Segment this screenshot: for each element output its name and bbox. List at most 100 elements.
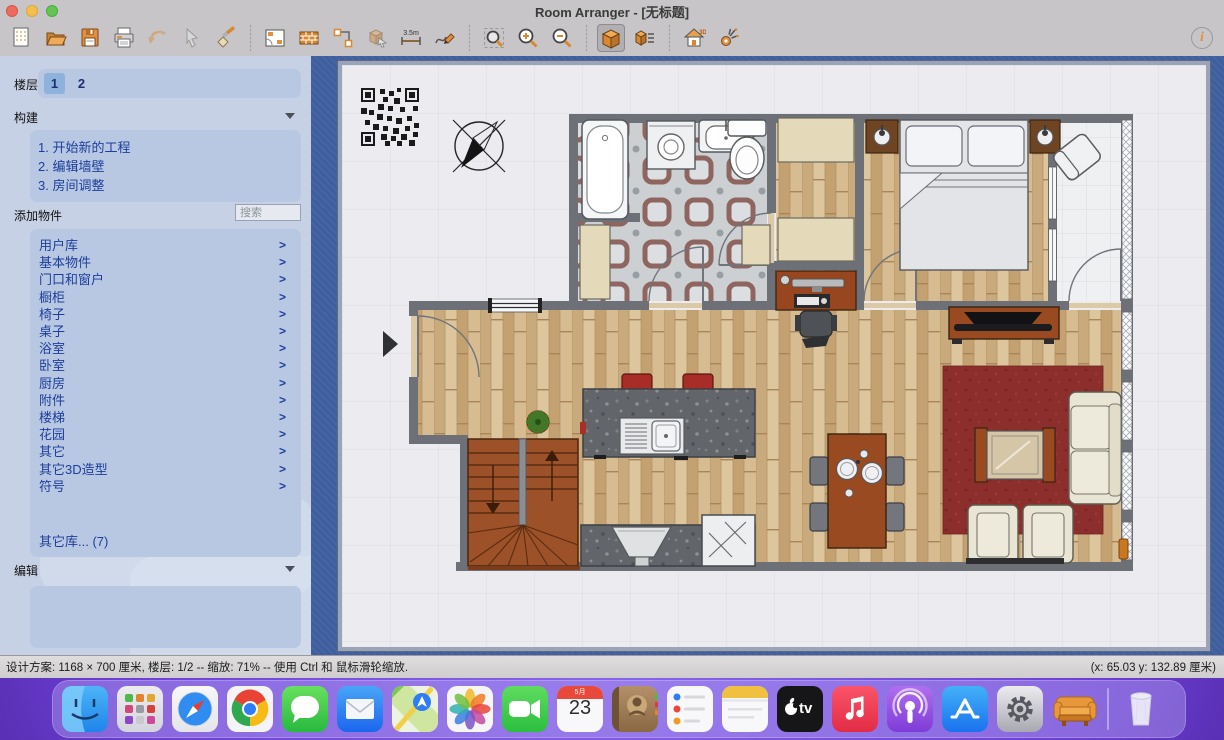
build-step-edit-walls[interactable]: 2. 编辑墙壁 [38, 157, 293, 176]
radiator-valve[interactable] [1119, 539, 1128, 559]
dock-podcasts[interactable] [887, 686, 933, 732]
category-garden[interactable]: 花园> [30, 426, 301, 443]
measure-icon: 3.5m [399, 26, 423, 50]
dock-room-arranger[interactable] [1052, 686, 1098, 732]
dock-maps[interactable] [392, 686, 438, 732]
zoom-out-button[interactable] [548, 24, 576, 52]
save-button[interactable] [76, 24, 104, 52]
edit-points-button[interactable] [329, 24, 357, 52]
armchair[interactable] [968, 505, 1018, 563]
dock-trash[interactable] [1118, 686, 1164, 732]
dining-table [828, 434, 886, 548]
stairs[interactable] [468, 439, 580, 570]
category-kitchen[interactable]: 厨房> [30, 375, 301, 392]
explode-3d-button[interactable] [714, 24, 742, 52]
category-doors-windows[interactable]: 门口和窗户> [30, 271, 301, 288]
dock-calendar[interactable]: 5月 23 [557, 686, 603, 732]
chevron-right-icon: > [279, 426, 286, 443]
dock-messages[interactable] [282, 686, 328, 732]
new-document-button[interactable] [8, 24, 36, 52]
print-button[interactable] [110, 24, 138, 52]
info-button[interactable]: i [1191, 27, 1213, 49]
coffee-table[interactable] [975, 428, 1055, 482]
dock-reminders[interactable] [667, 686, 713, 732]
plate [837, 459, 858, 480]
apple-tv-label: tv [799, 700, 812, 717]
category-other-3d[interactable]: 其它3D造型> [30, 461, 301, 478]
build-step-adjust-rooms[interactable]: 3. 房间调整 [38, 176, 293, 195]
zoom-region-button[interactable] [480, 24, 508, 52]
dock-launchpad[interactable] [117, 686, 163, 732]
dock-chrome[interactable] [227, 686, 273, 732]
fridge[interactable] [702, 515, 755, 566]
category-tables[interactable]: 桌子> [30, 323, 301, 340]
dock-finder[interactable] [62, 686, 108, 732]
office-chair [800, 311, 832, 337]
view-3d-button[interactable] [597, 24, 625, 52]
toolbar-separator [669, 25, 670, 51]
pointer-icon [180, 26, 204, 50]
measure-button[interactable]: 3.5m [397, 24, 425, 52]
category-symbols[interactable]: 符号> [30, 478, 301, 495]
dock-contacts[interactable] [612, 686, 658, 732]
podcasts-icon [887, 686, 933, 732]
collapse-edit-icon[interactable] [285, 566, 295, 572]
chevron-right-icon: > [279, 289, 286, 306]
object-list-button[interactable] [631, 24, 659, 52]
floor-tab-2[interactable]: 2 [71, 73, 92, 94]
pointer-tool-button[interactable] [178, 24, 206, 52]
paintbrush-icon [214, 26, 238, 50]
dock-app-store[interactable] [942, 686, 988, 732]
chevron-right-icon: > [279, 237, 286, 254]
category-cabinets[interactable]: 橱柜> [30, 289, 301, 306]
drawing-canvas[interactable] [338, 61, 1210, 651]
toolbar-separator [250, 25, 251, 51]
collapse-build-icon[interactable] [285, 113, 295, 119]
dock-safari[interactable] [172, 686, 218, 732]
dock-notes[interactable] [722, 686, 768, 732]
dock-photos[interactable] [447, 686, 493, 732]
dining-chair [886, 457, 904, 485]
category-bathroom[interactable]: 浴室> [30, 340, 301, 357]
sidebar: 楼层 1 2 构建 1. 开始新的工程 2. 编辑墙壁 3. 房间调整 添加物件… [0, 56, 311, 655]
undo-button[interactable] [144, 24, 172, 52]
build-step-new-project[interactable]: 1. 开始新的工程 [38, 138, 293, 157]
sofa[interactable] [1069, 392, 1121, 504]
open-button[interactable] [42, 24, 70, 52]
floor-tab-1[interactable]: 1 [44, 73, 65, 94]
safari-icon [172, 686, 218, 732]
category-stairs[interactable]: 楼梯> [30, 409, 301, 426]
statusbar: 设计方案: 1168 × 700 厘米, 楼层: 1/2 -- 缩放: 71% … [0, 655, 1224, 678]
dock-apple-tv[interactable]: tv [777, 686, 823, 732]
category-panel: 用户库> 基本物件> 门口和窗户> 橱柜> 椅子> 桌子> 浴室> 卧室> 厨房… [30, 229, 301, 557]
zoom-in-button[interactable] [514, 24, 542, 52]
category-accessories[interactable]: 附件> [30, 392, 301, 409]
armchair[interactable] [1023, 505, 1073, 563]
dock-mail[interactable] [337, 686, 383, 732]
wall-tool-button[interactable] [295, 24, 323, 52]
house-3d-button[interactable]: 3D [680, 24, 708, 52]
room-tool-button[interactable] [261, 24, 289, 52]
add-objects-header: 添加物件 [14, 207, 62, 224]
more-libraries-link[interactable]: 其它库... (7) [39, 531, 108, 550]
chevron-right-icon: > [279, 340, 286, 357]
category-user-library[interactable]: 用户库> [30, 237, 301, 254]
category-chairs[interactable]: 椅子> [30, 306, 301, 323]
category-other[interactable]: 其它> [30, 443, 301, 460]
dock-music[interactable] [832, 686, 878, 732]
monitor [792, 279, 844, 287]
category-bedroom[interactable]: 卧室> [30, 357, 301, 374]
chevron-right-icon: > [279, 409, 286, 426]
floorplan[interactable] [342, 65, 1206, 647]
tv-stand[interactable] [949, 307, 1059, 344]
dock-system-settings[interactable] [997, 686, 1043, 732]
dock-facetime[interactable] [502, 686, 548, 732]
paint-button[interactable] [212, 24, 240, 52]
photos-icon [447, 686, 493, 732]
insert-object-button[interactable] [363, 24, 391, 52]
build-panel: 1. 开始新的工程 2. 编辑墙壁 3. 房间调整 [30, 130, 301, 202]
search-input[interactable] [235, 204, 301, 221]
draw-wall-button[interactable] [431, 24, 459, 52]
category-basic-objects[interactable]: 基本物件> [30, 254, 301, 271]
soundbar[interactable] [966, 558, 1064, 564]
